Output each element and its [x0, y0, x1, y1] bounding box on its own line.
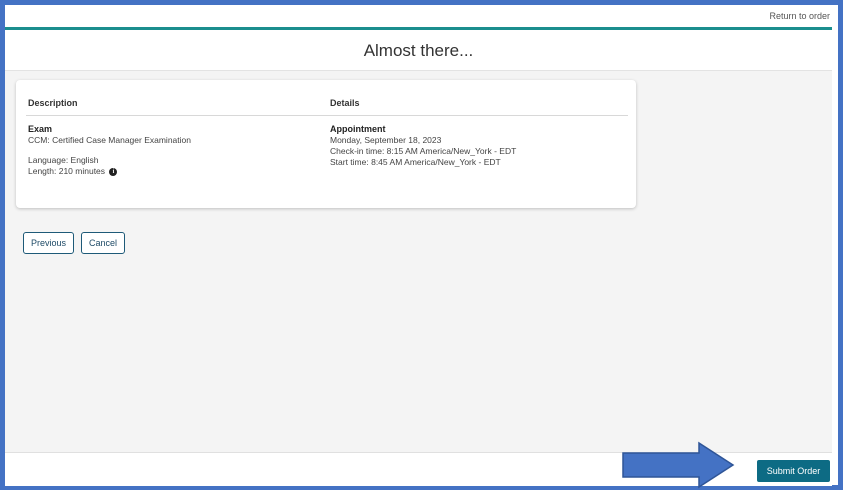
- return-to-order-link[interactable]: Return to order: [769, 11, 830, 21]
- header-divider: [26, 115, 628, 116]
- cancel-button[interactable]: Cancel: [81, 232, 125, 254]
- description-header: Description: [28, 98, 78, 108]
- appointment-label: Appointment: [330, 124, 386, 134]
- checkin-time: Check-in time: 8:15 AM America/New_York …: [330, 146, 517, 156]
- exam-label: Exam: [28, 124, 53, 134]
- exam-name: CCM: Certified Case Manager Examination: [28, 135, 191, 145]
- arrow-right-icon: [622, 441, 735, 489]
- exam-length-row: Length: 210 minutes i: [28, 166, 191, 177]
- page-title: Almost there...: [5, 30, 832, 71]
- main-content: Description Details Exam CCM: Certified …: [5, 71, 832, 452]
- previous-button[interactable]: Previous: [23, 232, 74, 254]
- details-header: Details: [330, 98, 360, 108]
- top-bar: Return to order: [5, 5, 832, 30]
- submit-order-button[interactable]: Submit Order: [757, 460, 830, 482]
- exam-length: Length: 210 minutes: [28, 166, 106, 176]
- info-icon[interactable]: i: [109, 167, 118, 176]
- details-cell: Appointment Monday, September 18, 2023 C…: [330, 124, 516, 168]
- order-summary-card: Description Details Exam CCM: Certified …: [16, 80, 636, 208]
- start-time: Start time: 8:45 AM America/New_York - E…: [330, 157, 501, 167]
- appointment-date: Monday, September 18, 2023: [330, 135, 442, 145]
- exam-language: Language: English: [28, 155, 99, 165]
- description-cell: Exam CCM: Certified Case Manager Examina…: [28, 124, 191, 177]
